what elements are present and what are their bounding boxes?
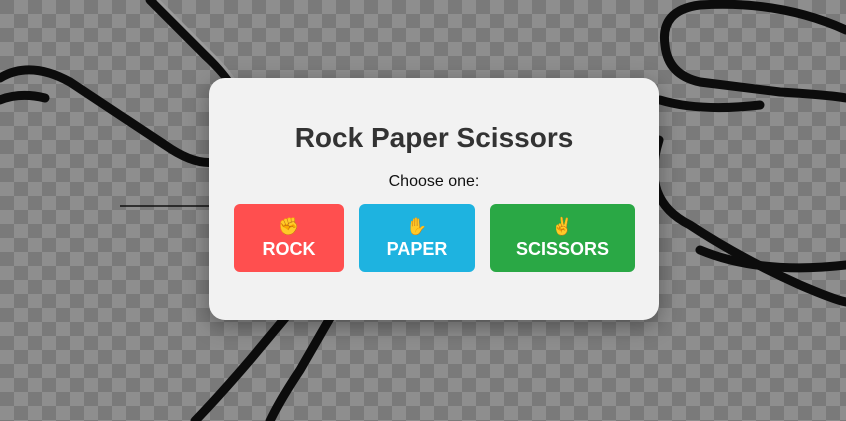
paper-button[interactable]: ✋ PAPER xyxy=(359,204,475,272)
scissors-button[interactable]: ✌️ SCISSORS xyxy=(490,204,635,272)
game-dialog: Rock Paper Scissors Choose one: ✊ ROCK ✋… xyxy=(209,78,659,320)
game-title: Rock Paper Scissors xyxy=(294,122,574,153)
raised-hand-icon: ✋ xyxy=(406,216,428,236)
scissors-label: SCISSORS xyxy=(515,238,610,259)
rock-label: ROCK xyxy=(262,238,316,259)
choice-buttons: ✊ ROCK ✋ PAPER ✌️ SCISSORS xyxy=(234,204,635,272)
fist-icon: ✊ xyxy=(278,216,300,236)
victory-hand-icon: ✌️ xyxy=(551,216,574,236)
choose-prompt: Choose one: xyxy=(388,173,480,190)
rock-button[interactable]: ✊ ROCK xyxy=(234,204,344,272)
paper-label: PAPER xyxy=(386,238,448,259)
